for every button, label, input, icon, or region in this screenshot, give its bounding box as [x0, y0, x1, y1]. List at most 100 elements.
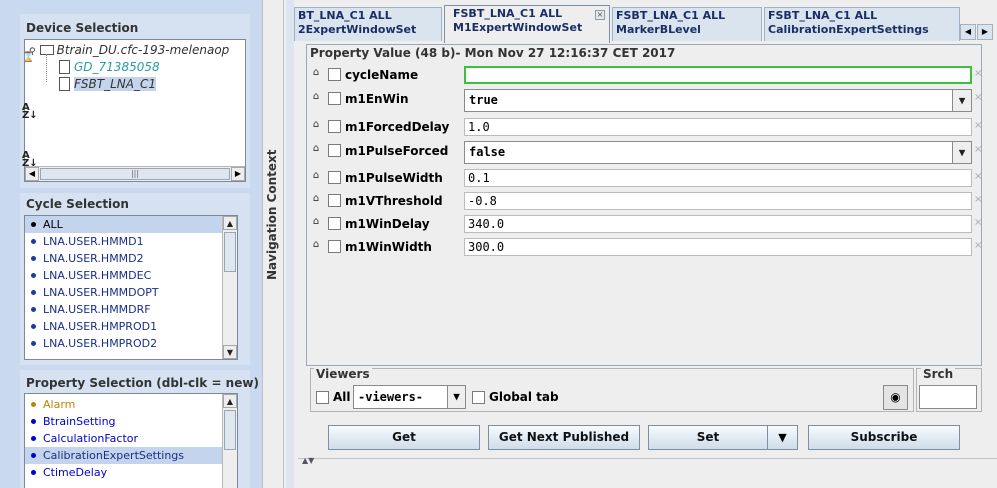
viewers-select[interactable]: -viewers- ▼: [353, 385, 466, 409]
clear-icon[interactable]: ×: [974, 217, 982, 228]
cycle-selection-section: Cycle Selection ALL LNA.USER.HMMD1 LNA.USE…: [20, 193, 250, 365]
property-checkbox[interactable]: [328, 120, 341, 133]
viewers-select-value: -viewers-: [358, 390, 424, 404]
property-list-item[interactable]: CtimeDelay: [25, 464, 223, 481]
tree-item[interactable]: GD_71385058: [59, 59, 160, 75]
bullet-icon: [31, 453, 36, 458]
collapse-icon[interactable]: ▲▼: [302, 456, 314, 465]
cycle-list-item[interactable]: LNA.USER.HMPROD1: [25, 318, 223, 335]
get-next-published-button[interactable]: Get Next Published: [488, 425, 640, 450]
tab-title: BT_LNA_C1 ALL: [298, 9, 392, 22]
scroll-thumb[interactable]: [224, 232, 236, 272]
property-value-input[interactable]: -0.8: [464, 192, 972, 210]
cycle-list-item[interactable]: LNA.USER.HMMD2: [25, 250, 223, 267]
tab-scroll-right-icon[interactable]: ▶: [977, 24, 993, 40]
clear-icon[interactable]: ×: [974, 120, 982, 131]
scroll-down-icon[interactable]: ▼: [223, 345, 237, 359]
clear-icon[interactable]: ×: [974, 171, 982, 182]
cycle-list-item[interactable]: ALL: [25, 216, 223, 233]
scroll-right-icon[interactable]: ▶: [231, 167, 245, 181]
scroll-thumb[interactable]: [224, 410, 236, 450]
tab[interactable]: FSBT_LNA_C1 ALL M1ExpertWindowSet ×: [444, 5, 610, 43]
property-checkbox[interactable]: [328, 68, 341, 81]
cycle-list-item[interactable]: LNA.USER.HMPROD2: [25, 335, 223, 352]
clear-icon[interactable]: ×: [974, 194, 982, 205]
subscribe-button[interactable]: Subscribe: [808, 425, 960, 450]
bullet-icon: [31, 470, 36, 475]
home-icon[interactable]: ⌂: [310, 171, 322, 183]
close-icon[interactable]: ×: [595, 10, 605, 20]
home-icon[interactable]: ⌂: [310, 240, 322, 252]
property-list-vscroll[interactable]: ▲: [222, 394, 237, 488]
home-icon[interactable]: ⌂: [310, 68, 322, 80]
device-tree-hscroll[interactable]: ◀ ||| ▶: [25, 166, 245, 181]
cycle-list-item[interactable]: LNA.USER.HMMDRF: [25, 301, 223, 318]
property-checkbox[interactable]: [328, 144, 341, 157]
tab-scroll-left-icon[interactable]: ◀: [960, 24, 976, 40]
cycle-list-item[interactable]: LNA.USER.HMMDOPT: [25, 284, 223, 301]
tree-item[interactable]: FSBT_LNA_C1: [59, 76, 156, 92]
property-value-input[interactable]: 1.0: [464, 118, 972, 136]
property-list-item[interactable]: CalculationFactor: [25, 430, 223, 447]
navigation-context-strip[interactable]: Navigation Context: [262, 0, 284, 488]
clear-icon[interactable]: ×: [974, 240, 982, 251]
clear-icon[interactable]: ×: [974, 92, 982, 103]
property-value-select[interactable]: true ▼: [464, 89, 972, 112]
chevron-down-icon[interactable]: ▼: [447, 386, 465, 408]
tab[interactable]: FSBT_LNA_C1 ALL CalibrationExpertSettings: [764, 7, 960, 41]
home-icon[interactable]: ⌂: [310, 92, 322, 104]
tree-item[interactable]: ⚲ Btrain_DU.cfc-193-melenaop: [29, 42, 229, 58]
property-list-item[interactable]: BtrainSetting: [25, 413, 223, 430]
tab-title: FSBT_LNA_C1 ALL: [616, 9, 726, 22]
scroll-thumb[interactable]: |||: [40, 168, 230, 180]
global-tab-checkbox[interactable]: [472, 391, 485, 404]
sort-az-icon[interactable]: A Z↓: [22, 103, 38, 121]
property-checkbox[interactable]: [328, 240, 341, 253]
sort-az-icon-2[interactable]: A Z↓: [22, 151, 38, 169]
cycle-item-label: LNA.USER.HMPROD1: [43, 320, 158, 333]
scroll-left-icon[interactable]: ◀: [25, 167, 39, 181]
property-value-input[interactable]: 0.1: [464, 169, 972, 187]
property-value-input[interactable]: 300.0: [464, 238, 972, 256]
filter-icon[interactable]: ⌛: [22, 53, 36, 70]
clear-icon[interactable]: ×: [974, 68, 982, 79]
device-tree[interactable]: ⚲ Btrain_DU.cfc-193-melenaop GD_71385058 FS…: [24, 39, 246, 182]
home-icon[interactable]: ⌂: [310, 194, 322, 206]
clear-icon[interactable]: ×: [974, 144, 982, 155]
property-value-input[interactable]: [464, 66, 972, 84]
property-checkbox[interactable]: [328, 171, 341, 184]
cycle-list[interactable]: ALL LNA.USER.HMMD1 LNA.USER.HMMD2 LNA.USER.…: [24, 215, 238, 360]
chevron-down-icon[interactable]: ▼: [952, 90, 971, 111]
tab[interactable]: FSBT_LNA_C1 ALL MarkerBLevel: [612, 7, 762, 41]
cycle-list-item[interactable]: LNA.USER.HMMD1: [25, 233, 223, 250]
chevron-down-icon[interactable]: ▼: [952, 142, 971, 163]
tab[interactable]: BT_LNA_C1 ALL 2ExpertWindowSet: [294, 7, 442, 41]
home-icon[interactable]: ⌂: [310, 144, 322, 156]
set-dropdown-button[interactable]: ▼: [768, 425, 798, 450]
panel-divider[interactable]: [286, 0, 294, 488]
property-list-item[interactable]: CalibrationExpertSettings: [25, 447, 223, 464]
cycle-list-vscroll[interactable]: ▲ ▼: [222, 216, 237, 359]
property-checkbox[interactable]: [328, 217, 341, 230]
set-button[interactable]: Set: [648, 425, 768, 450]
property-checkbox[interactable]: [328, 194, 341, 207]
tree-line: [46, 54, 47, 82]
scroll-up-icon[interactable]: ▲: [223, 216, 237, 230]
property-value-select[interactable]: false ▼: [464, 141, 972, 164]
property-checkbox[interactable]: [328, 92, 341, 105]
property-value-input[interactable]: 340.0: [464, 215, 972, 233]
viewer-settings-button[interactable]: ◉: [883, 385, 908, 410]
tab-subtitle: CalibrationExpertSettings: [768, 23, 929, 36]
viewers-all-checkbox[interactable]: [316, 391, 329, 404]
home-icon[interactable]: ⌂: [310, 217, 322, 229]
property-list[interactable]: Alarm BtrainSetting CalculationFactor Calib…: [24, 393, 238, 488]
device-selection-title: Device Selection: [26, 21, 139, 35]
property-list-item[interactable]: Alarm: [25, 396, 223, 413]
cycle-list-item[interactable]: LNA.USER.HMMDEC: [25, 267, 223, 284]
bullet-icon: [31, 290, 36, 295]
search-input[interactable]: [919, 385, 977, 409]
get-button[interactable]: Get: [328, 425, 480, 450]
home-icon[interactable]: ⌂: [310, 120, 322, 132]
scroll-up-icon[interactable]: ▲: [223, 394, 237, 408]
property-row: ⌂ m1ForcedDelay 1.0 ×: [307, 117, 982, 139]
